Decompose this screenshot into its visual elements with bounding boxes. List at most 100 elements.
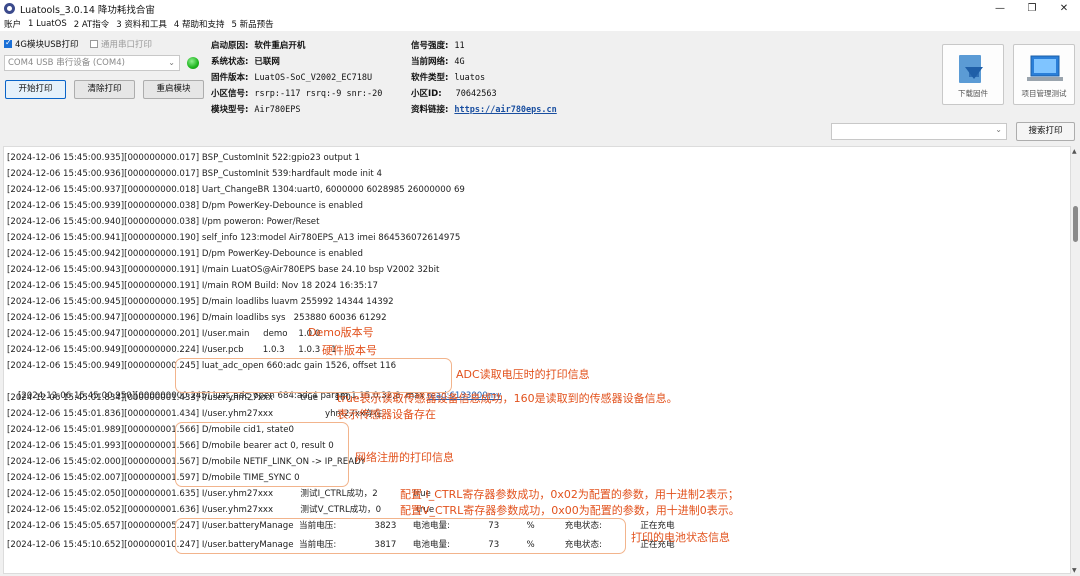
usb-print-checkbox[interactable]: 4G模块USB打印 — [4, 38, 78, 50]
log-line: [2024-12-06 15:45:00.936][000000000.017]… — [7, 169, 382, 179]
laptop-icon — [1027, 55, 1063, 81]
log-line: [2024-12-06 15:45:00.942][000000000.191]… — [7, 249, 363, 259]
maximize-button[interactable]: ❐ — [1016, 0, 1048, 17]
annotation-battery: 打印的电池状态信息 — [631, 531, 730, 544]
annotation-hw-version: 硬件版本号 — [322, 344, 377, 357]
network-annotation-bracket — [175, 422, 349, 487]
log-line: [2024-12-06 15:45:00.939][000000000.038]… — [7, 201, 363, 211]
scrollbar-thumb[interactable] — [1073, 206, 1078, 242]
log-output[interactable]: [2024-12-06 15:45:00.935][000000000.017]… — [3, 146, 1071, 574]
annotation-adc: ADC读取电压时的打印信息 — [456, 368, 590, 381]
boot-reason-row: 启动原因: 软件重启开机 — [211, 39, 305, 51]
software-type-row: 软件类型: luatos — [411, 71, 485, 83]
cell-id-row: 小区ID: 70642563 — [411, 87, 497, 99]
module-model-label: 模块型号: — [211, 105, 249, 115]
cell-signal-value: rsrp:-117 rsrq:-9 snr:-20 — [254, 89, 383, 99]
log-line: [2024-12-06 15:45:02.050][000000001.635]… — [7, 489, 431, 499]
module-model-value: Air780EPS — [254, 105, 301, 115]
menu-at-commands[interactable]: 2 AT指令 — [74, 18, 109, 30]
menu-account[interactable]: 账户 — [4, 18, 21, 30]
log-line: [2024-12-06 15:45:00.937][000000000.018]… — [7, 185, 465, 195]
clear-print-button[interactable]: 清除打印 — [74, 80, 135, 99]
cell-id-value: 70642563 — [455, 89, 497, 99]
restart-module-button[interactable]: 重启模块 — [143, 80, 204, 99]
project-test-button[interactable]: 项目管理测试 — [1013, 44, 1075, 105]
usb-print-label: 4G模块USB打印 — [15, 40, 79, 50]
project-test-label: 项目管理测试 — [1021, 89, 1067, 98]
signal-label: 信号强度: — [411, 41, 449, 51]
start-print-button[interactable]: 开始打印 — [5, 80, 66, 99]
network-value: 4G — [454, 57, 465, 67]
port-select-value: COM4 USB 串行设备 (COM4) — [8, 58, 125, 68]
download-arrow-icon — [959, 55, 983, 83]
search-input[interactable]: ⌄ — [831, 123, 1007, 140]
battery-annotation-bracket — [175, 518, 626, 554]
system-status-label: 系统状态: — [211, 57, 249, 67]
software-type-label: 软件类型: — [411, 73, 449, 83]
log-line: [2024-12-06 15:45:00.940][000000000.038]… — [7, 217, 320, 227]
checkbox-checked-icon — [4, 38, 12, 48]
log-line: [2024-12-06 15:45:02.052][000000001.636]… — [7, 505, 435, 515]
cell-signal-label: 小区信号: — [211, 89, 249, 99]
annotation-i-ctrl: 配置 I_CTRL寄存器参数成功，0x02为配置的参数，用十进制2表示； — [400, 488, 739, 501]
log-line: [2024-12-06 15:45:00.949][000000000.224]… — [7, 345, 337, 355]
system-status-value: 已联网 — [254, 57, 280, 67]
annotation-demo-version: Demo版本号 — [308, 326, 374, 339]
log-line: [2024-12-06 15:45:00.941][000000000.190]… — [7, 233, 461, 243]
serial-print-checkbox[interactable]: 通用串口打印 — [90, 38, 152, 50]
log-line: [2024-12-06 15:45:00.943][000000000.191]… — [7, 265, 440, 275]
checkbox-unchecked-icon — [90, 40, 98, 48]
annotation-sensor-read: true表示读取传感器设备信息成功，160是读取到的传感器设备信息。 — [337, 392, 678, 405]
log-line: [2024-12-06 15:45:00.947][000000000.196]… — [7, 313, 387, 323]
firmware-value: LuatOS-SoC_V2002_EC718U — [254, 73, 373, 83]
signal-value: 11 — [454, 41, 465, 51]
docs-link-row: 资料链接: https://air780eps.cn — [411, 103, 557, 115]
cell-id-label: 小区ID: — [411, 89, 442, 99]
firmware-row: 固件版本: LuatOS-SoC_V2002_EC718U — [211, 71, 372, 83]
network-row: 当前网络: 4G — [411, 55, 465, 67]
docs-link[interactable]: https://air780eps.cn — [454, 105, 556, 115]
software-type-value: luatos — [454, 73, 486, 83]
boot-reason-label: 启动原因: — [211, 41, 249, 51]
log-scrollbar[interactable]: ▲ ▼ — [1071, 146, 1080, 576]
scroll-down-icon[interactable]: ▼ — [1072, 567, 1077, 574]
docs-link-label: 资料链接: — [411, 105, 449, 115]
cell-signal-row: 小区信号: rsrp:-117 rsrq:-9 snr:-20 — [211, 87, 382, 99]
chevron-down-icon: ⌄ — [995, 125, 1002, 134]
log-line: [2024-12-06 15:45:01.834][000000001.433]… — [7, 393, 351, 403]
annotation-network-registration: 网络注册的打印信息 — [355, 451, 454, 464]
search-print-button[interactable]: 搜索打印 — [1016, 122, 1075, 141]
log-line: [2024-12-06 15:45:00.935][000000000.017]… — [7, 153, 361, 163]
title-bar: Luatools_3.0.14 降功耗找合宙 — ❐ ✕ — [0, 0, 1080, 17]
download-firmware-button[interactable]: 下载固件 — [942, 44, 1004, 105]
menu-new-products[interactable]: 5 新品预告 — [231, 18, 273, 30]
connection-status-led — [187, 57, 199, 69]
minimize-button[interactable]: — — [984, 0, 1016, 17]
boot-reason-value: 软件重启开机 — [254, 41, 306, 51]
scroll-up-icon[interactable]: ▲ — [1072, 148, 1077, 155]
serial-print-label: 通用串口打印 — [101, 40, 153, 50]
window-controls: — ❐ ✕ — [984, 0, 1080, 17]
chevron-down-icon: ⌄ — [168, 58, 175, 67]
menu-resources-tools[interactable]: 3 资料和工具 — [116, 18, 167, 30]
log-line: [2024-12-06 15:45:00.947][000000000.201]… — [7, 329, 321, 339]
download-firmware-label: 下载固件 — [958, 89, 988, 98]
close-button[interactable]: ✕ — [1048, 0, 1080, 17]
adc-annotation-bracket — [175, 358, 452, 393]
log-line: [2024-12-06 15:45:01.836][000000001.434]… — [7, 409, 389, 419]
menu-help-support[interactable]: 4 帮助和支持 — [174, 18, 225, 30]
firmware-label: 固件版本: — [211, 73, 249, 83]
app-logo-icon — [4, 3, 15, 14]
menu-bar: 账户 1 LuatOS 2 AT指令 3 资料和工具 4 帮助和支持 5 新品预… — [0, 17, 1080, 31]
annotation-v-ctrl: 配置V_CTRL寄存器参数成功，0x00为配置的参数，用十进制0表示。 — [400, 504, 740, 517]
signal-row: 信号强度: 11 — [411, 39, 465, 51]
annotation-sensor-exist: 表示传感器设备存在 — [337, 408, 436, 421]
module-model-row: 模块型号: Air780EPS — [211, 103, 300, 115]
port-select[interactable]: COM4 USB 串行设备 (COM4) ⌄ — [4, 55, 180, 71]
log-line: [2024-12-06 15:45:00.945][000000000.191]… — [7, 281, 378, 291]
network-label: 当前网络: — [411, 57, 449, 67]
window-title: Luatools_3.0.14 降功耗找合宙 — [20, 4, 155, 16]
system-status-row: 系统状态: 已联网 — [211, 55, 280, 67]
log-line: [2024-12-06 15:45:00.945][000000000.195]… — [7, 297, 394, 307]
menu-luatos[interactable]: 1 LuatOS — [28, 19, 67, 29]
